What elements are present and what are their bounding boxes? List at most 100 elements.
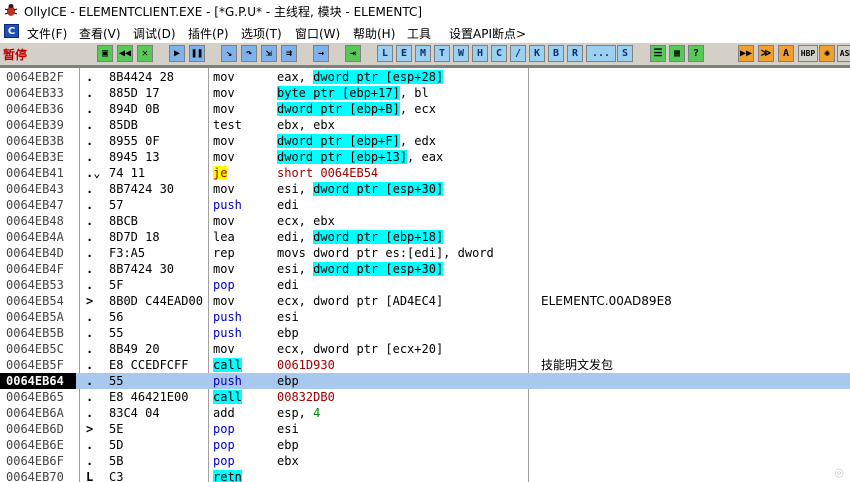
- table-row[interactable]: 0064EB5C. 8B49 20 mov ecx, dword ptr [ecx+2…: [0, 341, 850, 357]
- hardware-bp-icon[interactable]: A: [778, 45, 794, 62]
- menu-options[interactable]: 选项(T): [241, 25, 282, 42]
- address-cell: 0064EB39: [6, 118, 64, 132]
- step-icon[interactable]: ▶▶: [738, 45, 754, 62]
- operand-text: 00832DB0: [277, 390, 335, 404]
- disassembly-pane[interactable]: 0064EB2F. 8B4424 28 mov eax, dword ptr [esp…: [0, 66, 850, 482]
- hbp-button[interactable]: HBP: [798, 45, 818, 62]
- call-stack-window-button[interactable]: K: [529, 45, 545, 62]
- trace-icon[interactable]: ≫: [758, 45, 774, 62]
- table-row[interactable]: 0064EB6F. 5B pop ebx: [0, 453, 850, 469]
- table-row[interactable]: 0064EB48. 8BCB mov ecx, ebx: [0, 213, 850, 229]
- mnemonic-text: test: [213, 118, 242, 132]
- mnemonic-text: add: [213, 406, 235, 420]
- menu-view[interactable]: 查看(V): [79, 25, 121, 42]
- menu-file[interactable]: 文件(F): [27, 25, 67, 42]
- log-window-button[interactable]: L: [377, 45, 393, 62]
- table-row[interactable]: 0064EB43. 8B7424 30 mov esi, dword ptr [esp…: [0, 181, 850, 197]
- cpu-window-button[interactable]: C: [491, 45, 507, 62]
- jump-marker: .: [86, 454, 94, 468]
- open-icon[interactable]: ▣: [97, 45, 113, 62]
- table-row[interactable]: 0064EB2F. 8B4424 28 mov eax, dword ptr [esp…: [0, 69, 850, 85]
- threads-window-button[interactable]: T: [434, 45, 450, 62]
- restart-icon[interactable]: ◀◀: [117, 45, 133, 62]
- mnemonic-text: mov: [213, 70, 235, 84]
- source-window-button[interactable]: S: [617, 45, 633, 62]
- memory-window-button[interactable]: M: [415, 45, 431, 62]
- operand-cell: ebx: [277, 453, 299, 469]
- references-window-button[interactable]: R: [567, 45, 583, 62]
- operand-text: , edx: [399, 134, 436, 148]
- menu-set-api-breakpoint[interactable]: 设置API断点>: [449, 25, 526, 42]
- trace-into-icon[interactable]: ⇲: [261, 45, 277, 62]
- table-row[interactable]: 0064EB5F. E8 CCEDFCFF call 0061D930 技能明文发包: [0, 357, 850, 373]
- menu-help[interactable]: 帮助(H): [353, 25, 395, 42]
- memory-operand: dword ptr [esp+30]: [313, 182, 444, 196]
- table-row[interactable]: 0064EB39. 85DB test ebx, ebx: [0, 117, 850, 133]
- hex-dump-cell: F3:A5: [109, 246, 146, 260]
- table-row[interactable]: 0064EB64. 55 push ebp: [0, 373, 850, 389]
- table-row[interactable]: 0064EB53. 5F pop edi: [0, 277, 850, 293]
- close-icon[interactable]: ✕: [137, 45, 153, 62]
- operand-text: edi,: [277, 230, 314, 244]
- address-cell: 0064EB70: [6, 470, 64, 482]
- go-to-icon[interactable]: ⇥: [345, 45, 361, 62]
- menu-tools[interactable]: 工具: [407, 25, 431, 42]
- breakpoints-window-button[interactable]: B: [548, 45, 564, 62]
- table-row[interactable]: 0064EB41 .⌄ 74 11 je short 0064EB54: [0, 165, 850, 181]
- trace-over-icon[interactable]: ⇉: [281, 45, 297, 62]
- jump-marker: >: [86, 294, 94, 308]
- table-row[interactable]: 0064EB4A. 8D7D 18 lea edi, dword ptr [ebp+1…: [0, 229, 850, 245]
- modules-window-button[interactable]: E: [396, 45, 412, 62]
- mnemonic-text: mov: [213, 342, 235, 356]
- operand-text: ebp: [277, 326, 299, 340]
- operand-cell: esi: [277, 421, 299, 437]
- hex-dump-cell: 57: [109, 198, 124, 212]
- table-row[interactable]: 0064EB5A. 56 push esi: [0, 309, 850, 325]
- table-row[interactable]: 0064EB6D >5E pop esi: [0, 421, 850, 437]
- table-row[interactable]: 0064EB3E. 8945 13 mov dword ptr [ebp+13], e…: [0, 149, 850, 165]
- step-over-icon[interactable]: ↷: [241, 45, 257, 62]
- handles-window-button[interactable]: H: [472, 45, 488, 62]
- table-row[interactable]: 0064EB36. 894D 0B mov dword ptr [ebp+B], ec…: [0, 101, 850, 117]
- table-row[interactable]: 0064EB4D. F3:A5 rep movs dword ptr es:[edi]…: [0, 245, 850, 261]
- operand-cell: dword ptr [ebp+F], edx: [277, 133, 436, 149]
- operand-text: ebx: [277, 454, 299, 468]
- execute-till-return-icon[interactable]: →: [313, 45, 329, 62]
- patches-window-button[interactable]: /: [510, 45, 526, 62]
- cpu-window-icon[interactable]: C: [4, 24, 19, 38]
- hex-dump-cell: 8955 0F: [109, 134, 160, 148]
- mnemonic-text: mov: [213, 262, 235, 276]
- run-trace-window-button[interactable]: ...: [586, 45, 616, 62]
- menu-debug[interactable]: 调试(D): [133, 25, 176, 42]
- jump-marker: .: [86, 310, 94, 324]
- table-row[interactable]: 0064EB6A. 83C4 04 add esp, 4: [0, 405, 850, 421]
- table-row[interactable]: 0064EB6E. 5D pop ebp: [0, 437, 850, 453]
- gear-icon[interactable]: ✺: [819, 45, 835, 62]
- mnemonic-cell: mov: [213, 101, 235, 117]
- table-row[interactable]: 0064EB4F. 8B7424 30 mov esi, dword ptr [esp…: [0, 261, 850, 277]
- table-row[interactable]: 0064EB5B. 55 push ebp: [0, 325, 850, 341]
- asm-button[interactable]: ASM: [837, 45, 850, 62]
- grid-icon[interactable]: ▦: [669, 45, 685, 62]
- table-row[interactable]: 0064EB65. E8 46421E00 call 00832DB0: [0, 389, 850, 405]
- windows-window-button[interactable]: W: [453, 45, 469, 62]
- step-into-icon[interactable]: ↘: [221, 45, 237, 62]
- table-row[interactable]: 0064EB47. 57 push edi: [0, 197, 850, 213]
- operand-cell: esi, dword ptr [esp+30]: [277, 181, 444, 197]
- operand-text: ebp: [277, 374, 299, 388]
- table-row[interactable]: 0064EB70 L C3 retn: [0, 469, 850, 482]
- jump-marker: .: [86, 86, 94, 100]
- ollydbg-bug-icon: [4, 4, 18, 16]
- help-icon[interactable]: ?: [688, 45, 704, 62]
- operand-cell: esp, 4: [277, 405, 320, 421]
- mnemonic-cell: add: [213, 405, 235, 421]
- table-row[interactable]: 0064EB54 >8B0D C44EAD00 mov ecx, dword ptr …: [0, 293, 850, 309]
- pause-icon[interactable]: ❚❚: [189, 45, 205, 62]
- menu-window[interactable]: 窗口(W): [295, 25, 340, 42]
- menu-plugins[interactable]: 插件(P): [188, 25, 229, 42]
- list-icon[interactable]: ☰: [650, 45, 666, 62]
- table-row[interactable]: 0064EB33. 885D 17 mov byte ptr [ebp+17], bl: [0, 85, 850, 101]
- hex-dump-cell: 5F: [109, 278, 124, 292]
- table-row[interactable]: 0064EB3B. 8955 0F mov dword ptr [ebp+F], ed…: [0, 133, 850, 149]
- run-icon[interactable]: ▶: [169, 45, 185, 62]
